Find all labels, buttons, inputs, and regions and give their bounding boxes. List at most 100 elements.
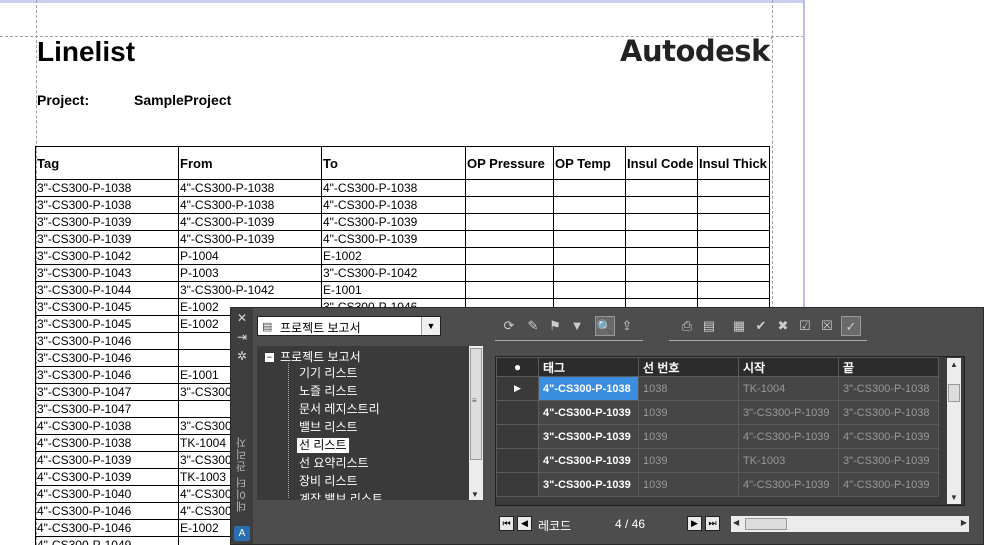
scroll-thumb[interactable] <box>948 384 960 402</box>
grid-cell[interactable]: 4"-CS300-P-1039 <box>738 424 839 449</box>
find-icon[interactable]: 🔍 <box>595 316 615 336</box>
row-selector[interactable] <box>496 400 539 425</box>
table-cell: 3"-CS300-P-1042 <box>178 281 322 299</box>
next-record-button[interactable]: ▶ <box>687 516 702 531</box>
table-cell: P-1003 <box>178 264 322 282</box>
grid-vertical-scrollbar[interactable]: ▲ ▼ <box>947 358 961 504</box>
grid-cell[interactable]: TK-1004 <box>738 376 839 401</box>
tree-root[interactable]: − 프로젝트 보고서 <box>265 348 361 365</box>
table-cell: E-1001 <box>321 281 466 299</box>
tree-item[interactable]: 선 리스트 <box>297 438 349 453</box>
grid-cell[interactable]: 3"-CS300-P-1038 <box>838 400 939 425</box>
approve-icon[interactable]: ✓ <box>841 316 861 336</box>
table-cell: 3"-CS300-P-1039 <box>35 230 179 248</box>
scroll-thumb[interactable] <box>745 518 787 530</box>
tree-item[interactable]: 밸브 리스트 <box>297 420 360 435</box>
scroll-down-icon[interactable]: ▼ <box>471 490 479 499</box>
chevron-down-icon[interactable]: ▼ <box>421 317 440 335</box>
tree-scrollbar[interactable]: ≡ ▼ <box>469 346 483 500</box>
grid-cell[interactable]: 1038 <box>638 376 739 401</box>
table-cell: 4"-CS300-P-1038 <box>321 196 466 214</box>
page-icon: ▤ <box>262 321 273 333</box>
record-count: 4 / 46 <box>615 517 646 531</box>
reject-all-icon[interactable]: ☒ <box>817 316 837 336</box>
tree-item[interactable]: 선 요약리스트 <box>297 456 371 471</box>
grid-column-header[interactable]: 태그 <box>538 357 639 377</box>
record-navigator: ⏮ ◀ 레코드 4 / 46 ▶ ⏭ ◀ ▶ <box>495 515 975 533</box>
export-icon[interactable]: ⇪ <box>617 316 637 336</box>
properties-icon[interactable]: ✲ <box>235 349 249 363</box>
row-selector[interactable] <box>496 472 539 497</box>
grid-cell[interactable]: 3"-CS300-P-1039 <box>538 472 639 497</box>
scroll-up-icon[interactable]: ▲ <box>950 360 958 369</box>
page-top-edge <box>0 0 805 3</box>
grid-cell[interactable]: 4"-CS300-P-1039 <box>538 400 639 425</box>
grid-cell[interactable]: 4"-CS300-P-1039 <box>838 424 939 449</box>
grid-column-header[interactable]: 선 번호 <box>638 357 739 377</box>
tree-item[interactable]: 노즐 리스트 <box>297 384 360 399</box>
accept-all-icon[interactable]: ☑ <box>795 316 815 336</box>
table-row: 3"-CS300-P-1044 3"-CS300-P-1042 E-1001 <box>35 281 770 299</box>
filter-icon[interactable]: ▼ <box>567 316 587 336</box>
grid-cell[interactable]: 1039 <box>638 424 739 449</box>
tree-item[interactable]: 계장 밸브 리스트 <box>297 492 385 500</box>
zoom-to-icon[interactable]: ⚑ <box>545 316 565 336</box>
scroll-down-icon[interactable]: ▼ <box>950 493 958 502</box>
table-cell: 4"-CS300-P-1046 <box>35 519 179 537</box>
grid-cell[interactable]: 1039 <box>638 472 739 497</box>
scroll-left-icon[interactable]: ◀ <box>733 518 739 527</box>
grid-horizontal-scrollbar[interactable]: ◀ ▶ <box>731 516 969 532</box>
add-icon[interactable]: ▦ <box>729 316 749 336</box>
grid-cell[interactable]: 4"-CS300-P-1039 <box>538 448 639 473</box>
grid-row[interactable]: 4"-CS300-P-1039 1039 3"-CS300-P-1039 3"-CS3… <box>496 400 939 425</box>
grid-column-header[interactable]: 시작 <box>738 357 839 377</box>
grid-cell[interactable]: 3"-CS300-P-1039 <box>838 448 939 473</box>
column-chooser-icon[interactable]: ● <box>496 357 539 377</box>
edit-icon[interactable]: ✎ <box>523 316 543 336</box>
column-header: Insul Code <box>625 146 698 180</box>
record-label: 레코드 <box>538 519 572 533</box>
grid-row[interactable]: 3"-CS300-P-1039 1039 4"-CS300-P-1039 4"-CS3… <box>496 424 939 449</box>
grid-cell[interactable]: TK-1003 <box>738 448 839 473</box>
scroll-right-icon[interactable]: ▶ <box>961 518 967 527</box>
grid-row[interactable]: 3"-CS300-P-1039 1039 4"-CS300-P-1039 4"-CS3… <box>496 472 939 497</box>
autodesk-icon[interactable]: A <box>234 526 250 541</box>
grid-cell[interactable]: 4"-CS300-P-1039 <box>838 472 939 497</box>
tree-item[interactable]: 문서 레지스트리 <box>297 402 382 417</box>
row-selector[interactable]: ▶ <box>496 376 539 401</box>
tree-connector <box>288 363 289 498</box>
table-cell: 3"-CS300-P-1046 <box>35 349 179 367</box>
report-icon[interactable]: ▤ <box>699 316 719 336</box>
grid-cell[interactable]: 4"-CS300-P-1039 <box>738 472 839 497</box>
table-cell: 3"-CS300-P-1044 <box>35 281 179 299</box>
report-type-dropdown[interactable]: ▤ 프로젝트 보고서 ▼ <box>257 316 441 336</box>
table-cell <box>553 264 626 282</box>
last-record-button[interactable]: ⏭ <box>705 516 720 531</box>
accept-icon[interactable]: ✔ <box>751 316 771 336</box>
table-cell: 3"-CS300-P-1047 <box>35 400 179 418</box>
grid-column-header[interactable]: 끝 <box>838 357 939 377</box>
grid-cell[interactable]: 1039 <box>638 400 739 425</box>
row-selector[interactable] <box>496 424 539 449</box>
grid-cell[interactable]: 4"-CS300-P-1038 <box>538 376 639 401</box>
print-icon[interactable]: ⎙ <box>677 316 697 336</box>
auto-hide-icon[interactable]: ⇥ <box>235 330 249 344</box>
grid-cell[interactable]: 3"-CS300-P-1039 <box>538 424 639 449</box>
table-cell: 4"-CS300-P-1038 <box>35 434 179 452</box>
reject-icon[interactable]: ✖ <box>773 316 793 336</box>
grid-cell[interactable]: 3"-CS300-P-1039 <box>738 400 839 425</box>
grid-cell[interactable]: 1039 <box>638 448 739 473</box>
tree-item[interactable]: 기기 리스트 <box>297 366 360 381</box>
refresh-icon[interactable]: ⟳ <box>499 316 519 336</box>
previous-record-button[interactable]: ◀ <box>517 516 532 531</box>
table-cell: 4"-CS300-P-1038 <box>178 196 322 214</box>
grid-cell[interactable]: 3"-CS300-P-1038 <box>838 376 939 401</box>
row-selector[interactable] <box>496 448 539 473</box>
first-record-button[interactable]: ⏮ <box>499 516 514 531</box>
close-icon[interactable]: ✕ <box>235 311 249 325</box>
data-manager-panel: ✕ ⇥ ✲ 데이터 관리자 A ▤ 프로젝트 보고서 ▼ − 프로젝트 보고서 기… <box>230 307 984 545</box>
collapse-icon[interactable]: − <box>265 353 274 363</box>
grid-row[interactable]: 4"-CS300-P-1039 1039 TK-1003 3"-CS300-P-103… <box>496 448 939 473</box>
grid-row[interactable]: ▶ 4"-CS300-P-1038 1038 TK-1004 3"-CS300-P-10… <box>496 376 939 401</box>
tree-item[interactable]: 장비 리스트 <box>297 474 360 489</box>
